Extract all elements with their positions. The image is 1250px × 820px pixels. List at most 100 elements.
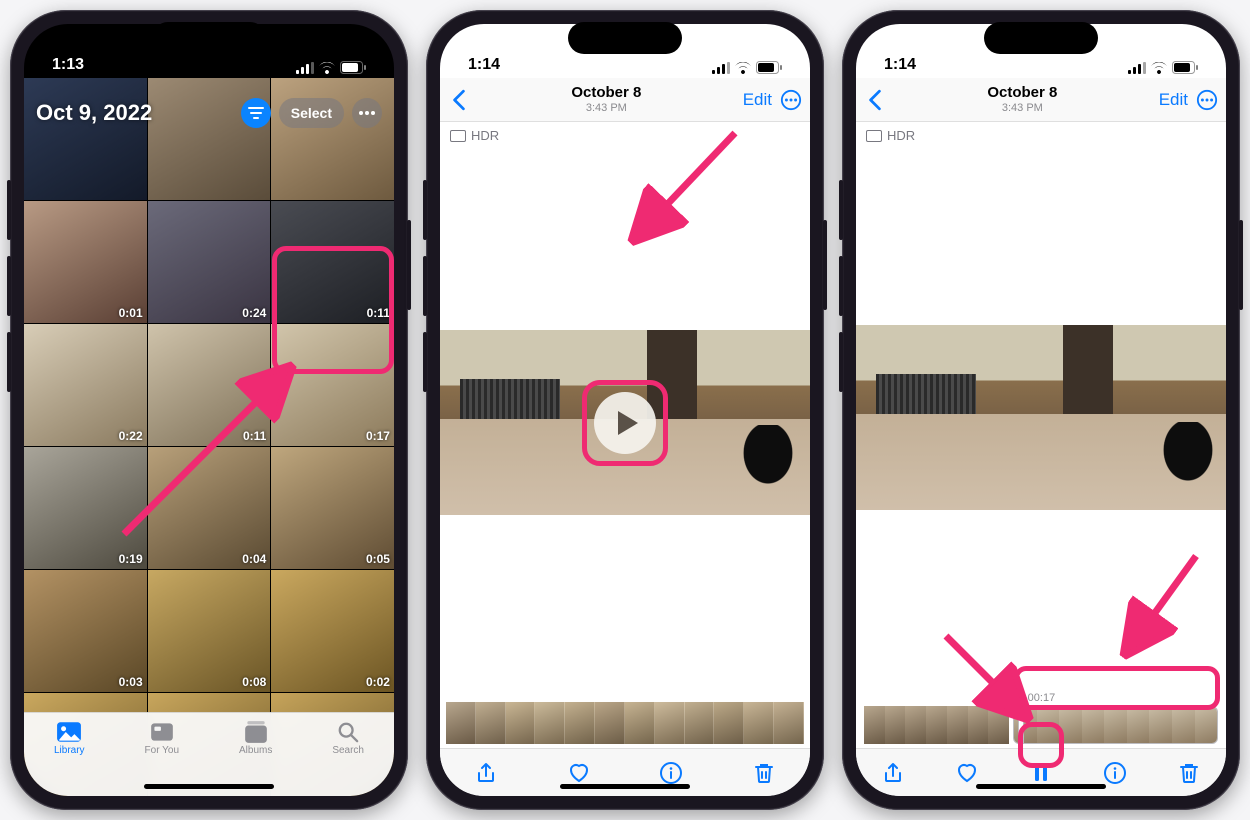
wifi-icon bbox=[319, 62, 335, 74]
scrubber-frame bbox=[1037, 707, 1060, 743]
tab-for-you[interactable]: For You bbox=[145, 721, 179, 756]
more-circle-icon[interactable] bbox=[1196, 89, 1218, 111]
tab-label: Albums bbox=[239, 745, 272, 756]
mini-thumb[interactable] bbox=[926, 706, 947, 744]
filmstrip-thumb[interactable] bbox=[506, 702, 536, 744]
filmstrip-thumb[interactable] bbox=[476, 702, 506, 744]
video-thumbnail[interactable]: 0:08 bbox=[148, 570, 271, 692]
tab-albums[interactable]: Albums bbox=[239, 721, 272, 756]
filmstrip[interactable] bbox=[440, 702, 810, 744]
library-date-heading: Oct 9, 2022 bbox=[36, 100, 152, 126]
more-circle-icon[interactable] bbox=[780, 89, 802, 111]
mini-thumb[interactable] bbox=[988, 706, 1009, 744]
video-thumbnail[interactable]: 0:22 bbox=[24, 324, 147, 446]
delete-button[interactable] bbox=[1167, 751, 1211, 795]
filmstrip-thumb[interactable] bbox=[655, 702, 685, 744]
adjacent-clips-strip[interactable] bbox=[864, 706, 1009, 744]
home-indicator[interactable] bbox=[560, 784, 690, 789]
filmstrip-thumb[interactable] bbox=[535, 702, 565, 744]
mini-thumb[interactable] bbox=[947, 706, 968, 744]
nav-bar: October 8 3:43 PM Edit bbox=[440, 78, 810, 122]
filmstrip-thumb[interactable] bbox=[446, 702, 476, 744]
video-scrubber[interactable] bbox=[1013, 706, 1218, 744]
detail-date: October 8 bbox=[987, 85, 1057, 102]
wifi-icon bbox=[735, 62, 751, 74]
video-thumbnail-grid[interactable]: 0:010:240:110:220:110:170:190:040:050:03… bbox=[24, 24, 394, 796]
video-thumbnail[interactable]: 0:19 bbox=[24, 447, 147, 569]
tab-label: Library bbox=[54, 745, 85, 756]
mini-thumb[interactable] bbox=[968, 706, 989, 744]
display-icon bbox=[866, 130, 882, 142]
video-thumbnail[interactable] bbox=[24, 78, 147, 200]
back-button[interactable] bbox=[448, 89, 470, 111]
mini-thumb[interactable] bbox=[905, 706, 926, 744]
status-time: 1:14 bbox=[468, 56, 500, 74]
edit-button[interactable]: Edit bbox=[1159, 90, 1188, 110]
battery-icon bbox=[1172, 61, 1198, 74]
mini-thumb[interactable] bbox=[864, 706, 885, 744]
scrubber-frame bbox=[1195, 707, 1218, 743]
video-thumbnail[interactable]: 0:02 bbox=[271, 570, 394, 692]
share-icon bbox=[881, 761, 905, 785]
video-thumbnail[interactable]: 0:24 bbox=[148, 201, 271, 323]
filmstrip-thumb[interactable] bbox=[685, 702, 715, 744]
video-thumbnail[interactable]: 0:03 bbox=[24, 570, 147, 692]
nav-right-group: Edit bbox=[743, 89, 802, 111]
dynamic-island bbox=[568, 22, 682, 54]
filter-button[interactable] bbox=[241, 98, 271, 128]
battery-icon bbox=[340, 61, 366, 74]
video-thumbnail[interactable]: 0:17 bbox=[271, 324, 394, 446]
video-thumbnail[interactable]: 0:05 bbox=[271, 447, 394, 569]
filmstrip-thumb[interactable] bbox=[774, 702, 804, 744]
status-indicators bbox=[712, 61, 782, 74]
scrubber-frame bbox=[1104, 707, 1127, 743]
share-button[interactable] bbox=[464, 751, 508, 795]
scrubber-playhead[interactable] bbox=[1018, 706, 1024, 744]
pause-icon bbox=[1029, 761, 1053, 785]
home-indicator[interactable] bbox=[976, 784, 1106, 789]
play-button[interactable] bbox=[594, 392, 656, 454]
tab-label: Search bbox=[332, 745, 364, 756]
status-indicators bbox=[1128, 61, 1198, 74]
thumbnail-duration: 0:22 bbox=[119, 429, 143, 443]
video-thumbnail[interactable] bbox=[148, 78, 271, 200]
thumbnail-duration: 0:05 bbox=[366, 552, 390, 566]
thumbnail-duration: 0:19 bbox=[119, 552, 143, 566]
home-indicator[interactable] bbox=[144, 784, 274, 789]
more-button[interactable] bbox=[352, 98, 382, 128]
detail-time: 3:43 PM bbox=[987, 102, 1057, 114]
delete-button[interactable] bbox=[742, 751, 786, 795]
phone-frame-2: 1:14 October 8 3:43 PM Edit HDR bbox=[426, 10, 824, 810]
filmstrip-thumb[interactable] bbox=[744, 702, 774, 744]
scrubber-frame bbox=[1059, 707, 1082, 743]
heart-icon bbox=[955, 761, 979, 785]
albums-icon bbox=[243, 721, 269, 743]
filmstrip-thumb[interactable] bbox=[565, 702, 595, 744]
back-button[interactable] bbox=[864, 89, 886, 111]
edit-button[interactable]: Edit bbox=[743, 90, 772, 110]
video-thumbnail[interactable]: 0:04 bbox=[148, 447, 271, 569]
video-thumbnail[interactable]: 0:01 bbox=[24, 201, 147, 323]
video-thumbnail[interactable] bbox=[271, 78, 394, 200]
video-thumbnail[interactable]: 0:11 bbox=[271, 201, 394, 323]
thumbnail-duration: 0:08 bbox=[242, 675, 266, 689]
detail-date: October 8 bbox=[571, 85, 641, 102]
filmstrip-thumb[interactable] bbox=[595, 702, 625, 744]
hdr-badge: HDR bbox=[440, 122, 810, 143]
cellular-icon bbox=[296, 62, 314, 74]
mini-thumb[interactable] bbox=[885, 706, 906, 744]
tab-library[interactable]: Library bbox=[54, 721, 85, 756]
select-button[interactable]: Select bbox=[279, 98, 344, 128]
tab-search[interactable]: Search bbox=[332, 721, 364, 756]
trash-icon bbox=[752, 761, 776, 785]
video-preview-area[interactable] bbox=[440, 143, 810, 702]
share-button[interactable] bbox=[871, 751, 915, 795]
video-preview-area[interactable] bbox=[856, 143, 1226, 692]
thumbnail-duration: 0:11 bbox=[367, 306, 390, 320]
filmstrip-thumb[interactable] bbox=[625, 702, 655, 744]
tab-label: For You bbox=[145, 745, 179, 756]
video-thumbnail[interactable]: 0:11 bbox=[148, 324, 271, 446]
filmstrip-thumb[interactable] bbox=[714, 702, 744, 744]
cellular-icon bbox=[1128, 62, 1146, 74]
nav-right-group: Edit bbox=[1159, 89, 1218, 111]
